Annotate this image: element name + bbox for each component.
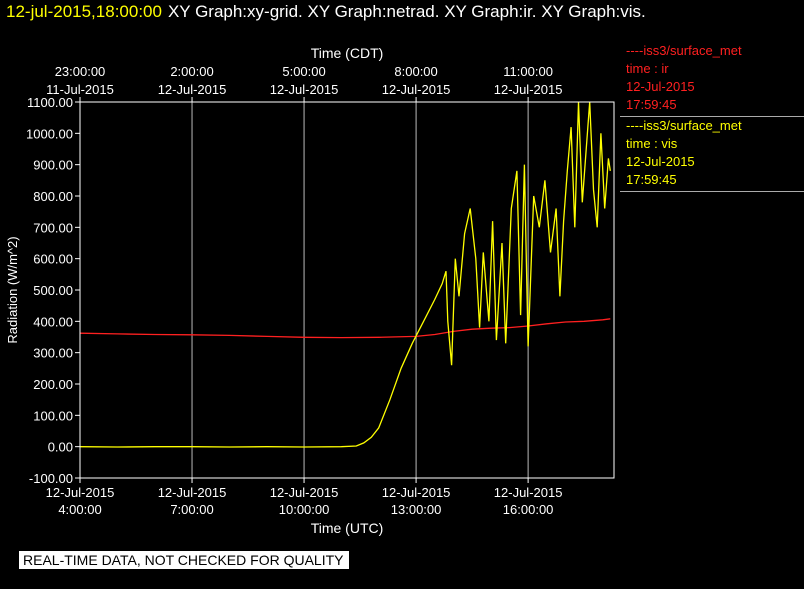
y-tick-label: 1100.00 xyxy=(27,95,73,110)
legend-date: 12-Jul-2015 xyxy=(626,154,695,169)
x-tick-label-date: 12-Jul-2015 xyxy=(270,485,339,500)
x2-axis-label: Time (CDT) xyxy=(311,45,384,61)
x-tick-label-time: 16:00:00 xyxy=(503,502,554,517)
legend-field: time : ir xyxy=(626,61,669,76)
y-tick-label: 900.00 xyxy=(33,158,73,173)
quality-notice: REAL-TIME DATA, NOT CHECKED FOR QUALITY xyxy=(19,551,350,569)
x-tick-label-time: 10:00:00 xyxy=(279,502,330,517)
series-layer xyxy=(79,101,611,448)
legend: ----iss3/surface_met time : ir 12-Jul-20… xyxy=(620,42,804,192)
y-tick-label: 800.00 xyxy=(33,189,73,204)
x-tick-label-time: 13:00:00 xyxy=(391,502,442,517)
y-tick-label: 1000.00 xyxy=(26,126,73,141)
x2-tick-label-date: 12-Jul-2015 xyxy=(158,82,227,97)
legend-entry-ir: ----iss3/surface_met time : ir 12-Jul-20… xyxy=(620,42,804,117)
x2-tick-label-time: 2:00:00 xyxy=(170,64,213,79)
legend-date: 12-Jul-2015 xyxy=(626,79,695,94)
y-tick-label: 600.00 xyxy=(33,252,73,267)
series-line-ir xyxy=(79,318,611,339)
x-axis-label: Time (UTC) xyxy=(311,520,384,536)
x-tick-label-time: 7:00:00 xyxy=(170,502,213,517)
x-tick-label-date: 12-Jul-2015 xyxy=(494,485,563,500)
legend-field: time : vis xyxy=(626,136,678,151)
y-tick-label: -100.00 xyxy=(29,471,73,486)
x2-tick-label-date: 12-Jul-2015 xyxy=(382,82,451,97)
x-tick-label-date: 12-Jul-2015 xyxy=(382,485,451,500)
x-tick-label-date: 12-Jul-2015 xyxy=(158,485,227,500)
legend-time: 17:59:45 xyxy=(626,172,677,187)
y-tick-label: 100.00 xyxy=(33,408,73,423)
legend-source: ----iss3/surface_met xyxy=(626,118,742,133)
x2-tick-label-time: 8:00:00 xyxy=(394,64,437,79)
grid-layer xyxy=(79,102,529,478)
x2-tick-label-time: 5:00:00 xyxy=(282,64,325,79)
legend-entry-vis: ----iss3/surface_met time : vis 12-Jul-2… xyxy=(620,117,804,192)
plot-frame xyxy=(79,101,615,479)
x-tick-label-date: 12-Jul-2015 xyxy=(46,485,115,500)
series-line-vis xyxy=(79,101,611,448)
y-tick-label: 200.00 xyxy=(33,377,73,392)
y-tick-label: 400.00 xyxy=(33,314,73,329)
y-tick-label: 700.00 xyxy=(33,220,73,235)
y-tick-label: 500.00 xyxy=(33,283,73,298)
x2-tick-label-time: 11:00:00 xyxy=(503,64,553,79)
legend-source: ----iss3/surface_met xyxy=(626,43,742,58)
y-axis-label: Radiation (W/m^2) xyxy=(5,236,20,343)
y-tick-label: 300.00 xyxy=(33,346,73,361)
x2-tick-label-time: 23:00:00 xyxy=(55,64,106,79)
legend-time: 17:59:45 xyxy=(626,97,677,112)
x2-tick-label-date: 12-Jul-2015 xyxy=(494,82,563,97)
y-tick-label: 0.00 xyxy=(48,440,73,455)
x-tick-label-time: 4:00:00 xyxy=(58,502,101,517)
x2-tick-label-date: 12-Jul-2015 xyxy=(270,82,339,97)
